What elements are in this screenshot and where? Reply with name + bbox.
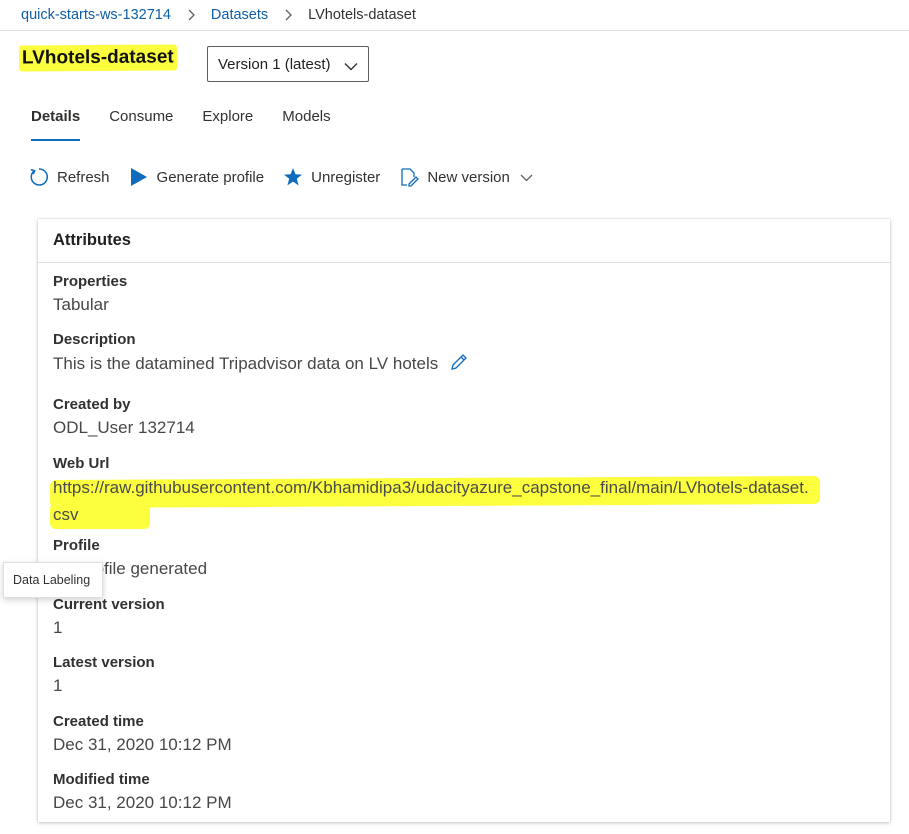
chevron-right-icon xyxy=(268,7,308,23)
play-icon xyxy=(128,166,150,188)
unregister-button[interactable]: Unregister xyxy=(282,165,380,189)
generate-profile-button[interactable]: Generate profile xyxy=(128,165,265,189)
breadcrumb: quick-starts-ws-132714 Datasets LVhotels… xyxy=(0,0,909,31)
tab-explore-label: Explore xyxy=(202,108,254,125)
properties-value: Tabular xyxy=(53,295,109,314)
tab-models-label: Models xyxy=(282,108,331,125)
description-label: Description xyxy=(53,331,136,348)
web-url-attribute: Web Url https://raw.githubusercontent.co… xyxy=(49,454,821,529)
tab-models[interactable]: Models xyxy=(282,104,330,141)
modified-time-value: Dec 31, 2020 10:12 PM xyxy=(53,793,232,812)
created-time-attribute: Created time Dec 31, 2020 10:12 PM xyxy=(53,712,232,756)
generate-profile-label: Generate profile xyxy=(156,168,265,186)
version-dropdown[interactable]: Version 1 (latest) xyxy=(207,46,369,82)
created-time-label: Created time xyxy=(53,713,144,730)
attributes-card: Attributes Properties Tabular Descriptio… xyxy=(38,219,890,822)
created-by-label: Created by xyxy=(53,396,131,413)
web-url-wrap: https://raw.githubusercontent.com/Kbhami… xyxy=(49,474,821,529)
chevron-down-icon xyxy=(344,58,358,75)
properties-label: Properties xyxy=(53,273,128,290)
tab-details-label: Details xyxy=(31,108,81,125)
breadcrumb-workspace-link[interactable]: quick-starts-ws-132714 xyxy=(21,7,171,23)
properties-attribute: Properties Tabular xyxy=(53,272,127,316)
command-bar: Refresh Generate profile Unregister New … xyxy=(28,165,551,189)
star-icon xyxy=(282,166,304,188)
web-url-label: Web Url xyxy=(53,455,110,472)
latest-version-attribute: Latest version 1 xyxy=(53,653,155,697)
created-by-value: ODL_User 132714 xyxy=(53,418,195,437)
description-attribute: Description This is the datamined Tripad… xyxy=(53,330,469,378)
refresh-button[interactable]: Refresh xyxy=(28,165,110,189)
modified-time-attribute: Modified time Dec 31, 2020 10:12 PM xyxy=(53,770,232,814)
profile-label: Profile xyxy=(53,537,100,554)
description-value: This is the datamined Tripadvisor data o… xyxy=(53,354,439,373)
edit-pencil-icon[interactable] xyxy=(449,352,469,378)
tab-consume[interactable]: Consume xyxy=(109,104,173,141)
new-version-button[interactable]: New version xyxy=(398,165,533,189)
current-version-label: Current version xyxy=(53,596,165,613)
refresh-icon xyxy=(28,166,50,188)
latest-version-value: 1 xyxy=(53,676,63,695)
modified-time-label: Modified time xyxy=(53,771,150,788)
chevron-right-icon xyxy=(171,7,211,23)
latest-version-label: Latest version xyxy=(53,654,155,671)
unregister-label: Unregister xyxy=(311,168,381,186)
new-version-label: New version xyxy=(427,168,510,186)
refresh-label: Refresh xyxy=(57,168,110,186)
edit-document-icon xyxy=(398,166,420,188)
tab-consume-label: Consume xyxy=(109,108,174,125)
data-labeling-tooltip: Data Labeling xyxy=(3,562,103,598)
current-version-attribute: Current version 1 xyxy=(53,595,165,639)
current-version-value: 1 xyxy=(53,618,63,637)
description-row: This is the datamined Tripadvisor data o… xyxy=(53,352,469,378)
tab-explore[interactable]: Explore xyxy=(202,104,253,141)
breadcrumb-datasets-link[interactable]: Datasets xyxy=(211,7,268,23)
attributes-header: Attributes xyxy=(38,219,890,263)
created-time-value: Dec 31, 2020 10:12 PM xyxy=(53,735,232,754)
created-by-attribute: Created by ODL_User 132714 xyxy=(53,395,195,439)
breadcrumb-current: LVhotels-dataset xyxy=(308,7,416,23)
tab-bar: Details Consume Explore Models xyxy=(31,104,360,141)
tab-details[interactable]: Details xyxy=(31,104,81,141)
chevron-down-icon xyxy=(520,169,533,186)
version-dropdown-value: Version 1 (latest) xyxy=(218,55,331,73)
page-title: LVhotels-dataset xyxy=(18,44,177,72)
